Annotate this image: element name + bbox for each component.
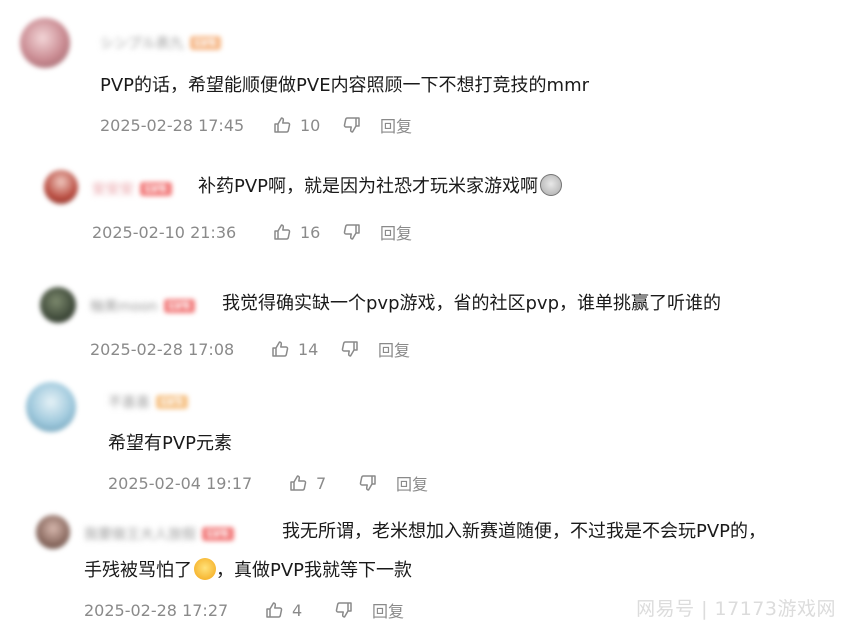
avatar[interactable]	[36, 515, 70, 549]
watermark: 网易号 | 17173游戏网	[636, 598, 836, 620]
like-count: 7	[316, 473, 327, 493]
comment-text: PVP的话，希望能顺便做PVE内容照顾一下不想打竞技的mmr	[100, 75, 590, 96]
timestamp: 2025-02-28 17:27	[84, 600, 229, 620]
like-button[interactable]: 10	[272, 115, 342, 135]
avatar[interactable]	[20, 18, 70, 68]
like-button[interactable]: 7	[288, 473, 358, 493]
dislike-button[interactable]	[340, 339, 378, 359]
user-info: 安安安 LV6	[92, 179, 172, 199]
reply-button[interactable]: 回复	[380, 220, 412, 244]
thumbs-up-icon	[288, 473, 308, 493]
username[interactable]: 我要做王大人放假	[84, 524, 196, 544]
comment-meta: 2025-02-28 17:08 14 回复	[90, 337, 410, 361]
comment-text-continued: 手残被骂怕了 ，真做PVP我就等下一款	[84, 558, 413, 581]
thumbs-down-icon	[342, 115, 362, 135]
user-info: シンプル表九 LV6	[100, 33, 222, 53]
username[interactable]: 不喜喜	[108, 392, 150, 412]
thumbs-up-icon	[264, 600, 284, 620]
like-count: 16	[300, 222, 321, 242]
user-info: 我要做王大人放假 LV6	[84, 524, 234, 544]
like-button[interactable]: 4	[264, 600, 334, 620]
reply-button[interactable]: 回复	[380, 113, 412, 137]
user-info: 柚美moon LV6	[90, 296, 196, 316]
thumbs-down-icon	[340, 339, 360, 359]
thumbs-up-icon	[272, 115, 292, 135]
comment-text: 希望有PVP元素	[108, 433, 233, 454]
like-button[interactable]: 14	[270, 339, 340, 359]
thumbs-up-icon	[270, 339, 290, 359]
like-button[interactable]: 16	[272, 222, 342, 242]
level-badge: LV6	[140, 182, 172, 196]
timestamp: 2025-02-28 17:08	[90, 339, 235, 359]
reply-button[interactable]: 回复	[378, 337, 410, 361]
comment-meta: 2025-02-10 21:36 16 回复	[92, 220, 412, 244]
thumbs-down-icon	[358, 473, 378, 493]
timestamp: 2025-02-04 19:17	[108, 473, 253, 493]
dislike-button[interactable]	[358, 473, 396, 493]
username[interactable]: 柚美moon	[90, 296, 158, 316]
comment-meta: 2025-02-04 19:17 7 回复	[108, 471, 428, 495]
comment-text: 我觉得确实缺一个pvp游戏，省的社区pvp，谁单挑赢了听谁的	[222, 293, 722, 314]
reply-button[interactable]: 回复	[396, 471, 428, 495]
comment-meta: 2025-02-28 17:45 10 回复	[100, 113, 412, 137]
username[interactable]: シンプル表九	[100, 33, 184, 53]
avatar[interactable]	[26, 382, 76, 432]
dislike-button[interactable]	[342, 115, 380, 135]
thumbs-up-icon	[272, 222, 292, 242]
username[interactable]: 安安安	[92, 179, 134, 199]
level-badge: LV6	[163, 299, 196, 313]
like-count: 14	[298, 339, 319, 359]
thumbs-down-icon	[334, 600, 354, 620]
like-count: 4	[292, 600, 303, 620]
avatar[interactable]	[40, 287, 76, 323]
timestamp: 2025-02-10 21:36	[92, 222, 237, 242]
comment-text: 补药PVP啊，就是因为社恐才玩米家游戏啊	[198, 172, 563, 202]
level-badge: LV6	[202, 527, 234, 541]
level-badge: LV5	[156, 395, 188, 409]
laughing-crying-emoji	[194, 558, 216, 580]
comment-meta: 2025-02-28 17:27 4 回复	[84, 598, 404, 622]
comment-text: 我无所谓，老米想加入新赛道随便，不过我是不会玩PVP的，	[282, 521, 767, 542]
user-info: 不喜喜 LV5	[108, 392, 188, 412]
like-count: 10	[300, 115, 321, 135]
avatar[interactable]	[44, 170, 78, 204]
shocked-face-emoji	[540, 174, 563, 196]
level-badge: LV6	[189, 36, 222, 50]
dislike-button[interactable]	[342, 222, 380, 242]
thumbs-down-icon	[342, 222, 362, 242]
timestamp: 2025-02-28 17:45	[100, 115, 245, 135]
reply-button[interactable]: 回复	[372, 598, 404, 622]
dislike-button[interactable]	[334, 600, 372, 620]
